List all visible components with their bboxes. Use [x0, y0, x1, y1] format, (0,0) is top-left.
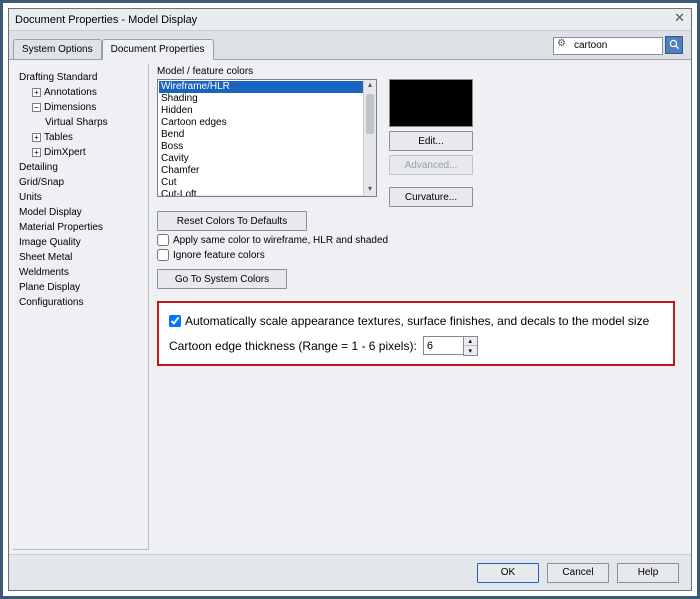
list-item[interactable]: Boss [159, 141, 375, 153]
minus-icon[interactable]: − [32, 103, 41, 112]
sidebar-item-plane-display[interactable]: Plane Display [19, 280, 148, 295]
auto-scale-label: Automatically scale appearance textures,… [185, 314, 649, 328]
scroll-thumb[interactable] [366, 94, 374, 134]
sidebar-item-tables[interactable]: +Tables [19, 130, 148, 145]
thickness-spinner[interactable]: ▴ ▾ [423, 336, 478, 356]
cancel-button[interactable]: Cancel [547, 563, 609, 583]
list-item[interactable]: Cut [159, 177, 375, 189]
spinner-down-icon[interactable]: ▾ [464, 346, 477, 355]
dialog-window: Document Properties - Model Display ✕ Sy… [8, 8, 692, 591]
thickness-label: Cartoon edge thickness (Range = 1 - 6 pi… [169, 339, 417, 353]
sidebar-item-model-display[interactable]: Model Display [19, 205, 148, 220]
apply-same-color-checkbox[interactable] [157, 234, 169, 246]
sidebar-item-virtual-sharps[interactable]: Virtual Sharps [19, 115, 148, 130]
list-item[interactable]: Cavity [159, 153, 375, 165]
sidebar-item-annotations[interactable]: +Annotations [19, 85, 148, 100]
sidebar-item-detailing[interactable]: Detailing [19, 160, 148, 175]
plus-icon[interactable]: + [32, 88, 41, 97]
thickness-input[interactable] [423, 336, 463, 355]
tab-system-options[interactable]: System Options [13, 39, 102, 60]
window-title: Document Properties - Model Display [15, 14, 197, 26]
sidebar-item-image-quality[interactable]: Image Quality [19, 235, 148, 250]
list-item[interactable]: Hidden [159, 105, 375, 117]
search-input[interactable] [553, 37, 663, 55]
spinner-up-icon[interactable]: ▴ [464, 337, 477, 346]
help-button[interactable]: Help [617, 563, 679, 583]
list-item[interactable]: Wireframe/HLR [159, 81, 375, 93]
search-button[interactable] [665, 36, 683, 54]
auto-scale-checkbox[interactable] [169, 315, 181, 327]
list-item[interactable]: Chamfer [159, 165, 375, 177]
scrollbar[interactable]: ▴ ▾ [363, 80, 376, 196]
list-item[interactable]: Bend [159, 129, 375, 141]
close-icon[interactable]: ✕ [674, 10, 685, 26]
sidebar-item-dimxpert[interactable]: +DimXpert [19, 145, 148, 160]
advanced-button: Advanced... [389, 155, 473, 175]
sidebar-item-weldments[interactable]: Weldments [19, 265, 148, 280]
curvature-button[interactable]: Curvature... [389, 187, 473, 207]
color-listbox[interactable]: Wireframe/HLR Shading Hidden Cartoon edg… [157, 79, 377, 197]
plus-icon[interactable]: + [32, 133, 41, 142]
goto-system-colors-button[interactable]: Go To System Colors [157, 269, 287, 289]
apply-same-color-label: Apply same color to wireframe, HLR and s… [173, 235, 388, 246]
scroll-up-icon[interactable]: ▴ [364, 80, 376, 92]
reset-colors-button[interactable]: Reset Colors To Defaults [157, 211, 307, 231]
scroll-down-icon[interactable]: ▾ [364, 184, 376, 196]
list-item[interactable]: Cartoon edges [159, 117, 375, 129]
sidebar-item-units[interactable]: Units [19, 190, 148, 205]
sidebar-item-material-properties[interactable]: Material Properties [19, 220, 148, 235]
main-panel: Model / feature colors Wireframe/HLR Sha… [149, 60, 691, 554]
sidebar-item-dimensions[interactable]: −Dimensions [19, 100, 148, 115]
list-item[interactable]: Cut-Loft [159, 189, 375, 197]
plus-icon[interactable]: + [32, 148, 41, 157]
sidebar-item-sheet-metal[interactable]: Sheet Metal [19, 250, 148, 265]
edit-button[interactable]: Edit... [389, 131, 473, 151]
ok-button[interactable]: OK [477, 563, 539, 583]
footer: OK Cancel Help [9, 554, 691, 590]
sidebar-item-grid-snap[interactable]: Grid/Snap [19, 175, 148, 190]
color-swatch [389, 79, 473, 127]
sidebar-item-configurations[interactable]: Configurations [19, 295, 148, 310]
gear-icon: ⚙ [557, 38, 566, 49]
tabrow: System Options Document Properties ⚙ [9, 31, 691, 59]
ignore-feature-checkbox[interactable] [157, 249, 169, 261]
tab-document-properties[interactable]: Document Properties [102, 39, 214, 60]
highlight-box: Automatically scale appearance textures,… [157, 301, 675, 366]
list-item[interactable]: Shading [159, 93, 375, 105]
titlebar: Document Properties - Model Display ✕ [9, 9, 691, 31]
sidebar: Drafting Standard +Annotations −Dimensio… [13, 64, 149, 550]
ignore-feature-label: Ignore feature colors [173, 250, 265, 261]
search-icon [669, 39, 680, 50]
colors-group-label: Model / feature colors [157, 66, 683, 77]
sidebar-item-drafting-standard[interactable]: Drafting Standard [19, 70, 148, 85]
